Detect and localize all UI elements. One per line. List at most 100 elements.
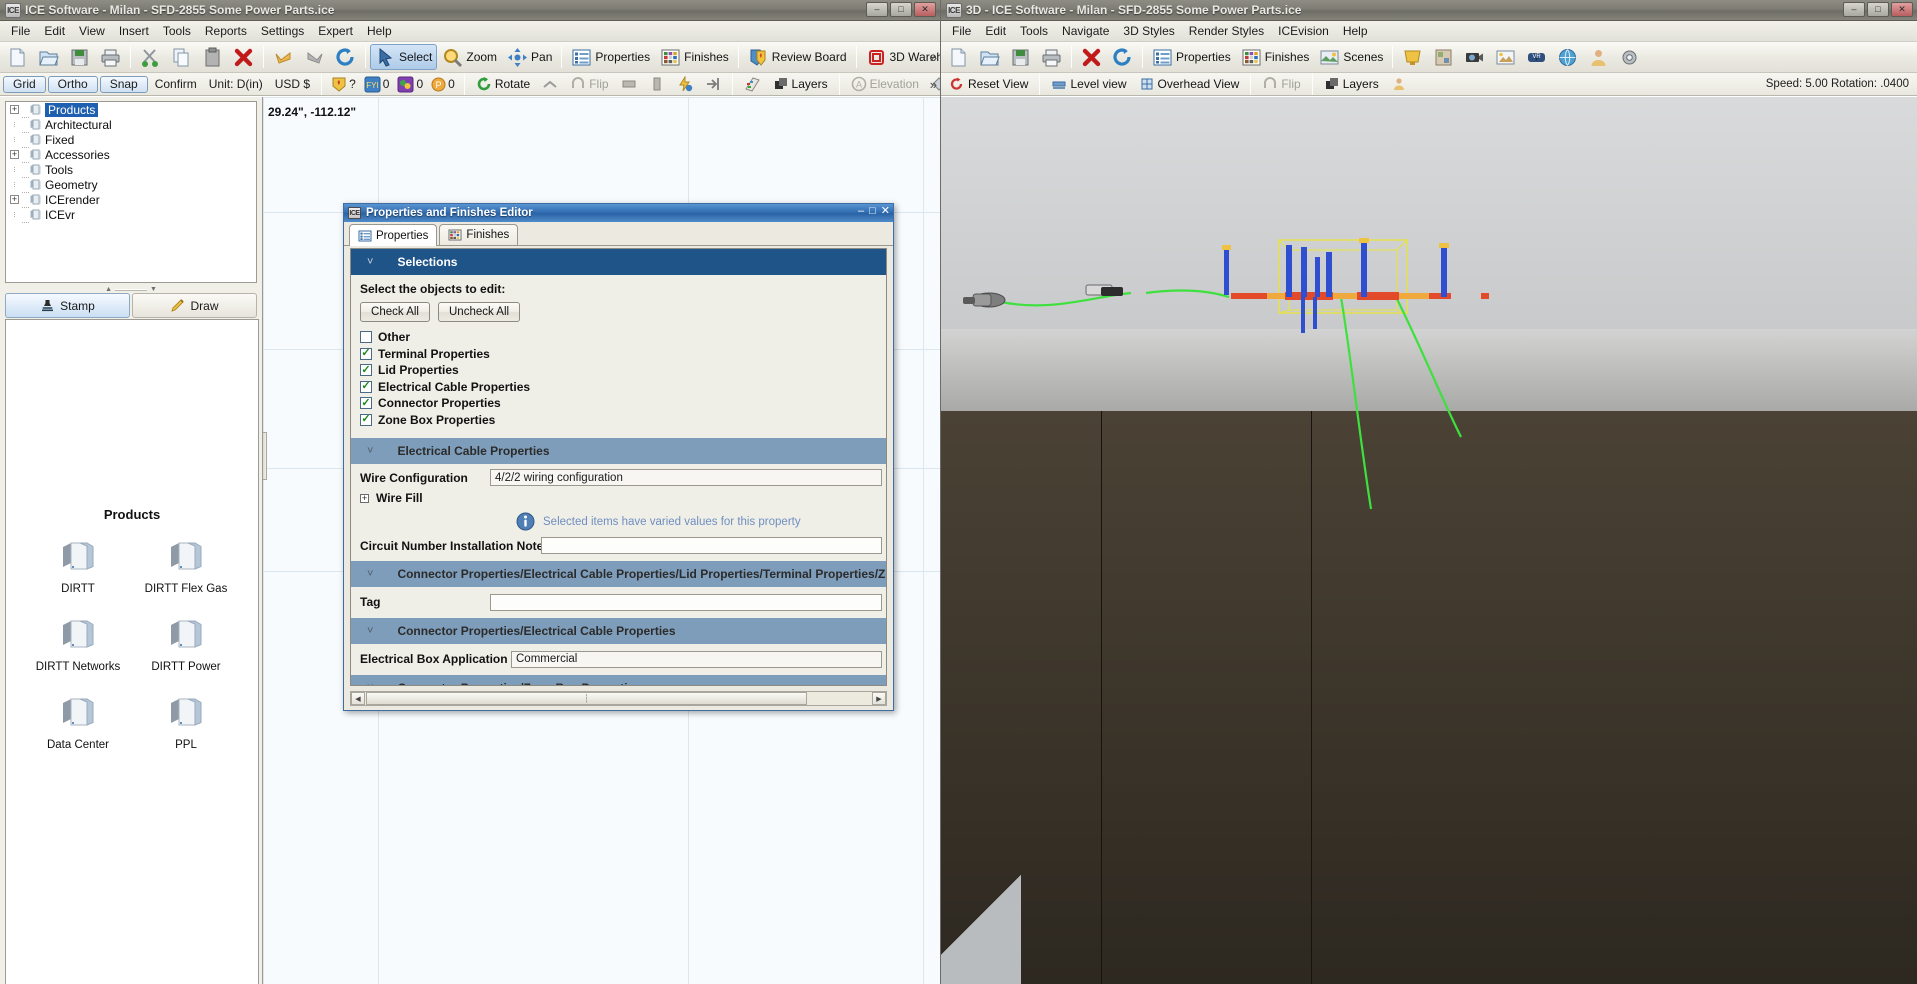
chevron-down-icon[interactable]: ˅ [367,445,373,457]
flip-button[interactable]: Flip [565,74,613,94]
properties-button[interactable]: Properties [566,44,655,70]
tree-item-geometry[interactable]: Geometry [6,177,256,193]
delete-button[interactable] [228,44,259,70]
grid-toggle[interactable]: Grid [3,75,46,93]
3d-warehouse-button[interactable]: 3D Warehouse [861,44,940,70]
tree-item-architectural[interactable]: Architectural [6,117,256,133]
copy-button[interactable] [166,44,197,70]
close-button[interactable]: ✕ [914,2,936,17]
dialog-minimize-button[interactable]: – [858,206,864,217]
save-button[interactable] [64,44,95,70]
delete-button[interactable] [1076,44,1107,70]
snap-to-edge-button[interactable] [700,74,726,94]
checkbox-electrical-cable-properties[interactable]: ✓ [360,380,372,393]
product-item-data-center[interactable]: Data Center [24,691,132,751]
toolbar-overflow-button[interactable]: » [930,42,937,72]
menu-file[interactable]: File [4,22,37,40]
left-window-titlebar[interactable]: ICE ICE Software - Milan - SFD-2855 Some… [0,0,940,21]
dialog-horizontal-scrollbar[interactable]: ◀ ┆ ▶ [350,691,887,706]
product-item-dirtt-power[interactable]: DIRTT Power [132,613,240,673]
scenes-button[interactable]: Scenes [1314,44,1388,70]
tree-item-icerender[interactable]: + ICErender [6,192,256,208]
menu-edit[interactable]: Edit [37,22,72,40]
section-header-connector-electrical-lid-terminal-zone[interactable]: ˅ Connector Properties/Electrical Cable … [351,561,886,587]
menu-file[interactable]: File [945,22,978,40]
fyi-badge[interactable]: FYI 0 [361,76,393,93]
dialog-maximize-button[interactable]: □ [869,206,876,217]
chevron-down-icon[interactable]: ˅ [367,625,373,637]
menu-insert[interactable]: Insert [112,22,156,40]
menu-help[interactable]: Help [360,22,399,40]
field-input-wire-configuration[interactable]: 4/2/2 wiring configuration [490,469,882,486]
check-all-button[interactable]: Check All [360,302,430,322]
checkbox-lid-properties[interactable]: ✓ [360,364,372,377]
finishes-button[interactable]: Finishes [655,44,734,70]
menu-navigate[interactable]: Navigate [1055,22,1116,40]
product-item-ppl[interactable]: PPL [132,691,240,751]
confirm-label[interactable]: Confirm [150,77,202,91]
person-button[interactable] [1583,44,1614,70]
tree-item-accessories[interactable]: + Accessories [6,147,256,163]
open-button[interactable] [974,44,1005,70]
layers-button[interactable]: Layers [1319,74,1384,94]
right-window-titlebar[interactable]: ICE 3D - ICE Software - Milan - SFD-2855… [941,0,1917,21]
menu-settings[interactable]: Settings [254,22,311,40]
minimize-button[interactable]: – [1843,2,1865,17]
menu-edit[interactable]: Edit [978,22,1013,40]
refresh-button[interactable] [330,44,361,70]
pending-badge[interactable]: P 0 [428,77,458,92]
expander-accessories[interactable]: + [10,150,19,159]
elevation-button[interactable]: A Elevation [846,74,924,94]
globe-button[interactable] [1552,44,1583,70]
settings-button[interactable] [1614,44,1645,70]
mirror-button[interactable] [537,74,563,94]
checkbox-row-connector-properties[interactable]: ✓ Connector Properties [360,395,886,412]
open-button[interactable] [33,44,64,70]
canvas-edge-handle[interactable] [263,432,267,480]
uncheck-all-button[interactable]: Uncheck All [438,302,521,322]
unit-label[interactable]: Unit: D(in) [204,77,268,91]
maximize-button[interactable]: □ [890,2,912,17]
scroll-right-arrow[interactable]: ▶ [872,692,886,705]
issue-badge[interactable]: 0 [394,76,426,93]
properties-and-finishes-editor-dialog[interactable]: ICE Properties and Finishes Editor – □ ✕… [343,203,894,711]
field-input-tag[interactable] [490,593,882,611]
cut-button[interactable] [135,44,166,70]
snap-toggle[interactable]: Snap [99,75,148,93]
new-button[interactable] [2,44,33,70]
paste-button[interactable] [197,44,228,70]
redo-button[interactable] [299,44,330,70]
scroll-thumb[interactable]: ┆ [366,692,807,705]
expander-icerender[interactable]: + [10,195,19,204]
menu-tools[interactable]: Tools [156,22,198,40]
vr-button[interactable]: VR [1521,44,1552,70]
tab-draw[interactable]: Draw [132,293,257,318]
expander-wire-fill[interactable]: + [360,493,369,503]
product-item-dirtt-flex-gas[interactable]: DIRTT Flex Gas [132,535,240,595]
dialog-tab-properties[interactable]: Properties [349,224,438,246]
section-header-connector-electrical-cable[interactable]: ˅ Connector Properties/Electrical Cable … [351,618,886,644]
undo-button[interactable] [268,44,299,70]
minimize-button[interactable]: – [866,2,888,17]
splitter-up-arrow[interactable]: ▲ [105,286,112,293]
ortho-toggle[interactable]: Ortho [47,75,98,93]
tree-item-fixed[interactable]: Fixed [6,132,256,148]
pan-button[interactable]: Pan [502,44,557,70]
camera-button[interactable] [1459,44,1490,70]
checkbox-row-other[interactable]: Other [360,329,886,346]
tab-stamp[interactable]: Stamp [5,293,130,318]
checkbox-row-electrical-cable-properties[interactable]: ✓ Electrical Cable Properties [360,379,886,396]
field-input-electrical-box-application[interactable]: Commercial [511,650,882,668]
section-header-selections[interactable]: ˅ Selections [351,249,886,275]
refresh-button[interactable] [1107,44,1138,70]
menu-help[interactable]: Help [1336,22,1375,40]
close-button[interactable]: ✕ [1891,2,1913,17]
menu-render-styles[interactable]: Render Styles [1182,22,1271,40]
menu-3d-styles[interactable]: 3D Styles [1116,22,1181,40]
field-row-wire-fill[interactable]: + Wire Fill [351,488,886,508]
layers-button[interactable]: Layers [768,74,833,94]
lights-button[interactable] [1397,44,1428,70]
menu-icevision[interactable]: ICEvision [1271,22,1336,40]
dialog-titlebar[interactable]: ICE Properties and Finishes Editor – □ ✕ [344,204,893,222]
menu-expert[interactable]: Expert [311,22,360,40]
